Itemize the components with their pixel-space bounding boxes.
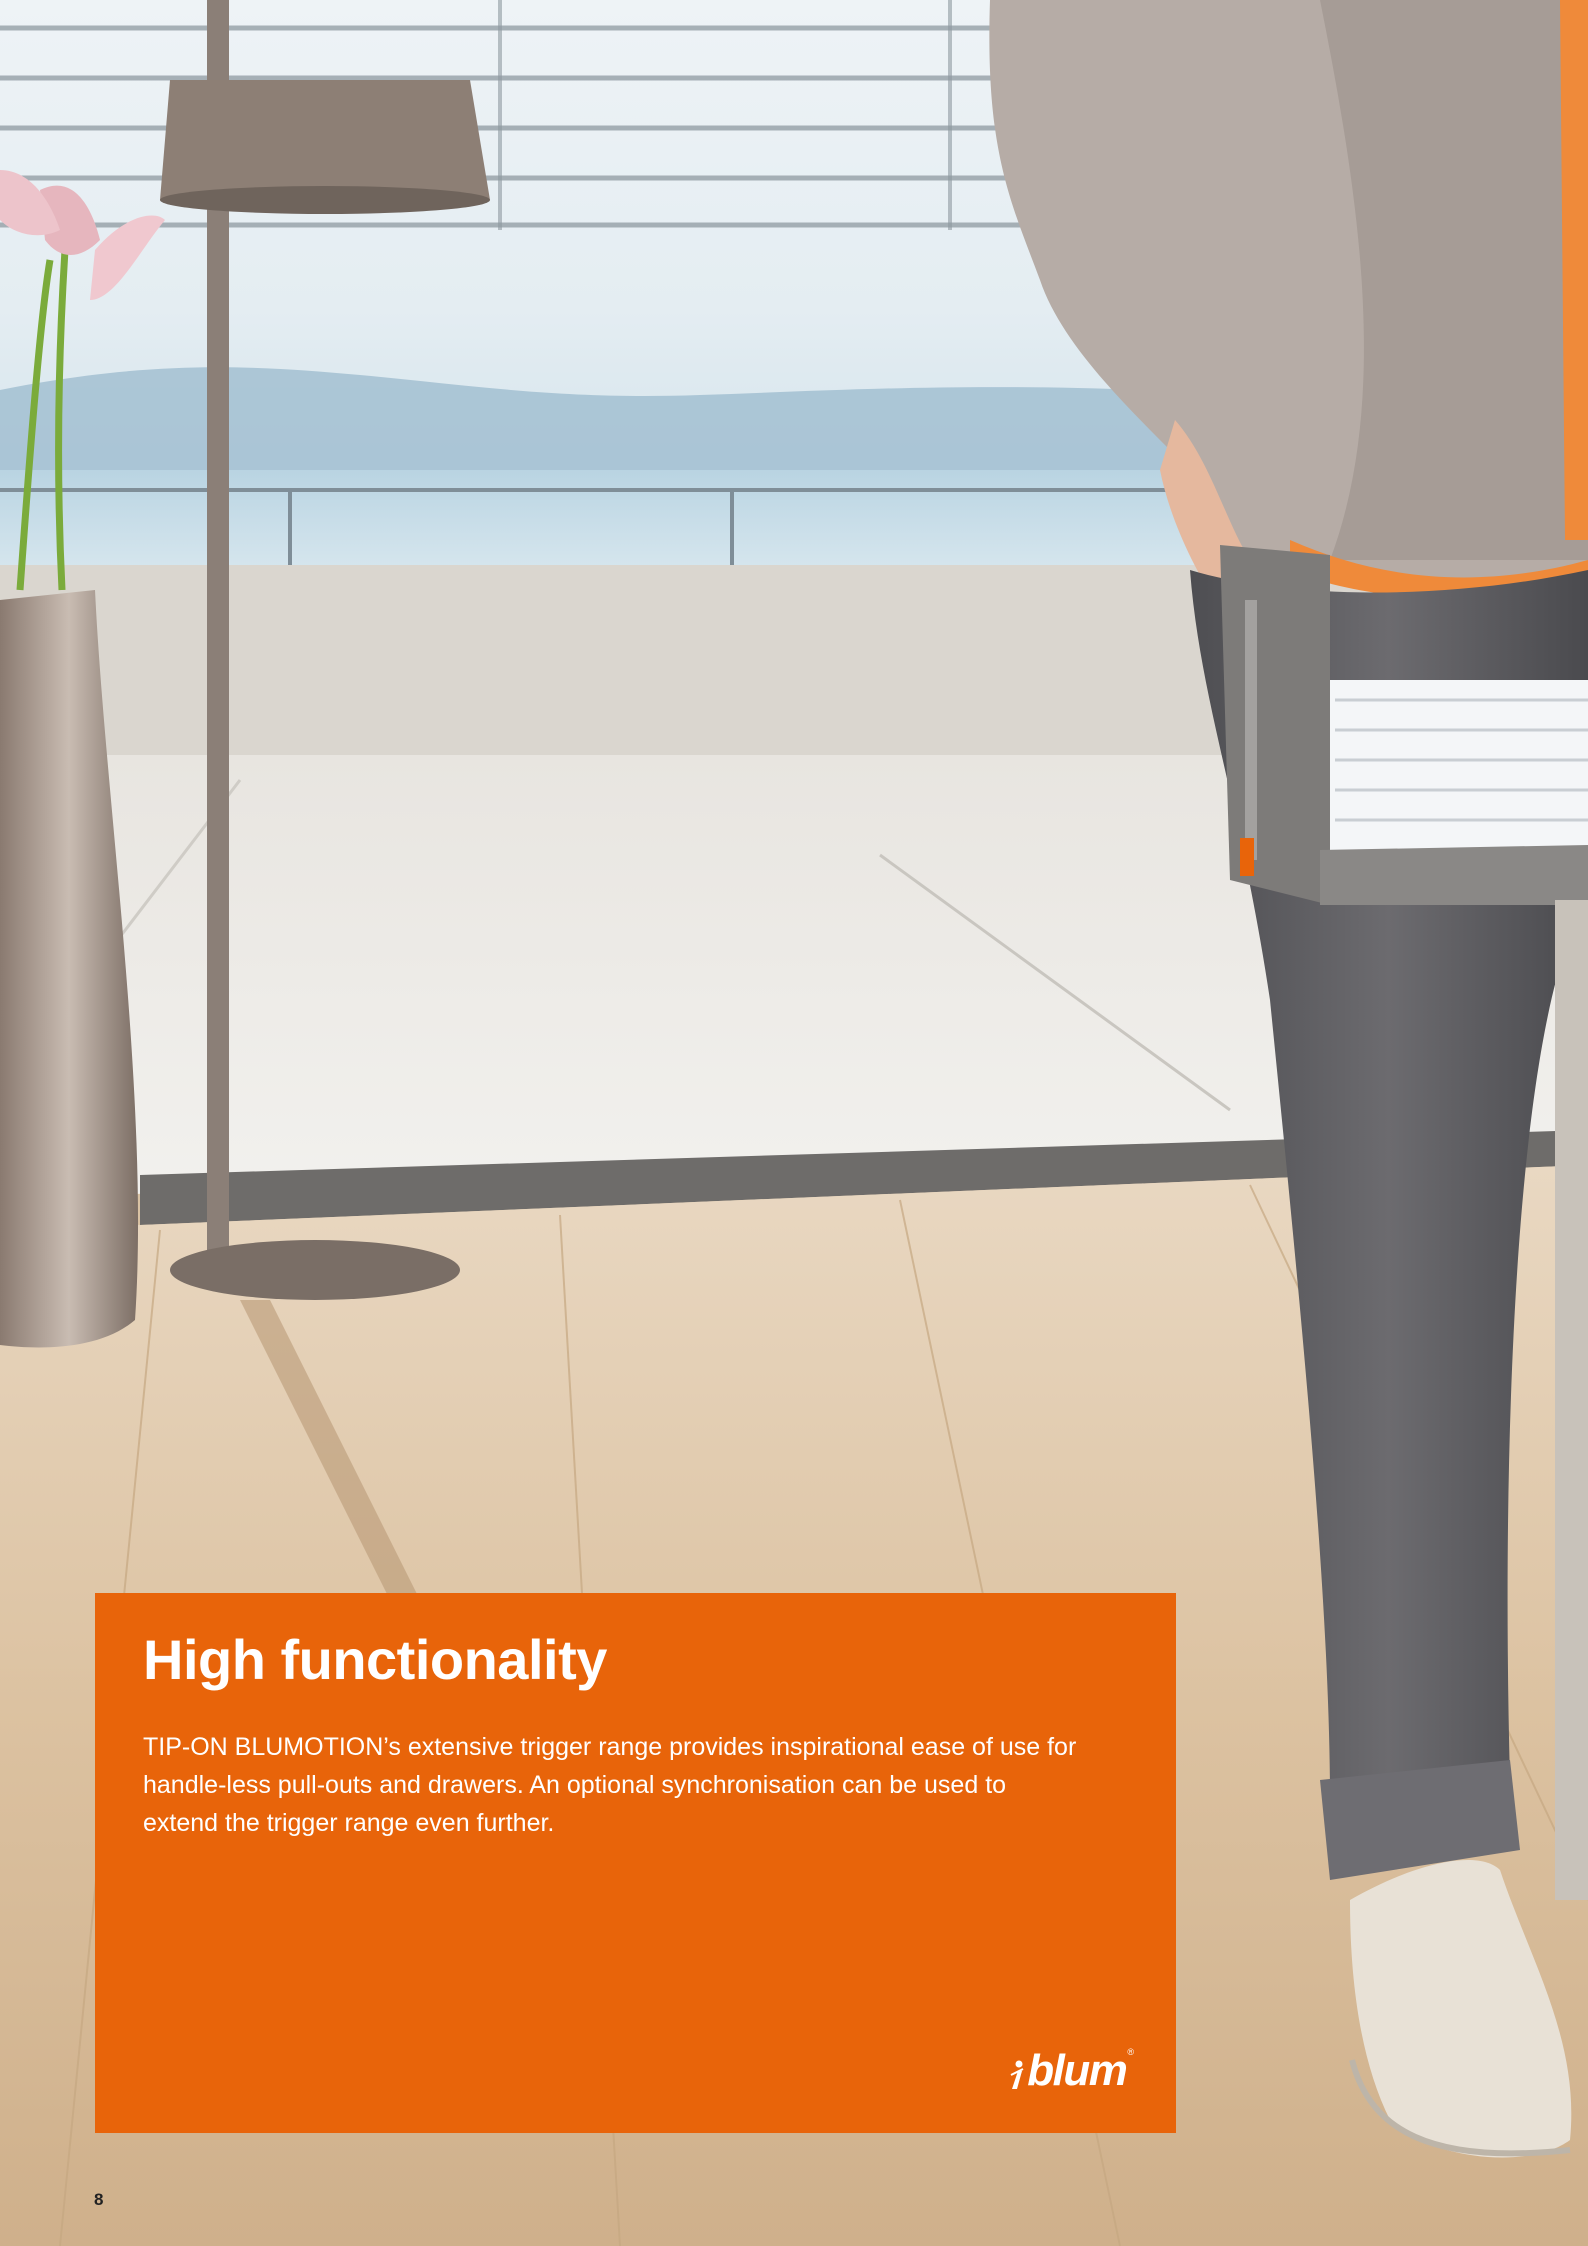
blum-logo: blum ® xyxy=(1009,2046,1134,2095)
blum-mark-icon xyxy=(1010,2060,1024,2089)
panel-heading: High functionality xyxy=(143,1628,607,1691)
registered-mark: ® xyxy=(1127,2047,1134,2057)
blum-wordmark: blum xyxy=(1027,2046,1128,2095)
panel-body-text: TIP-ON BLUMOTION’s extensive trigger ran… xyxy=(143,1733,1077,1837)
info-panel: High functionality TIP-ON BLUMOTION’s ex… xyxy=(95,1593,1176,2133)
page-number: 8 xyxy=(94,2190,104,2209)
